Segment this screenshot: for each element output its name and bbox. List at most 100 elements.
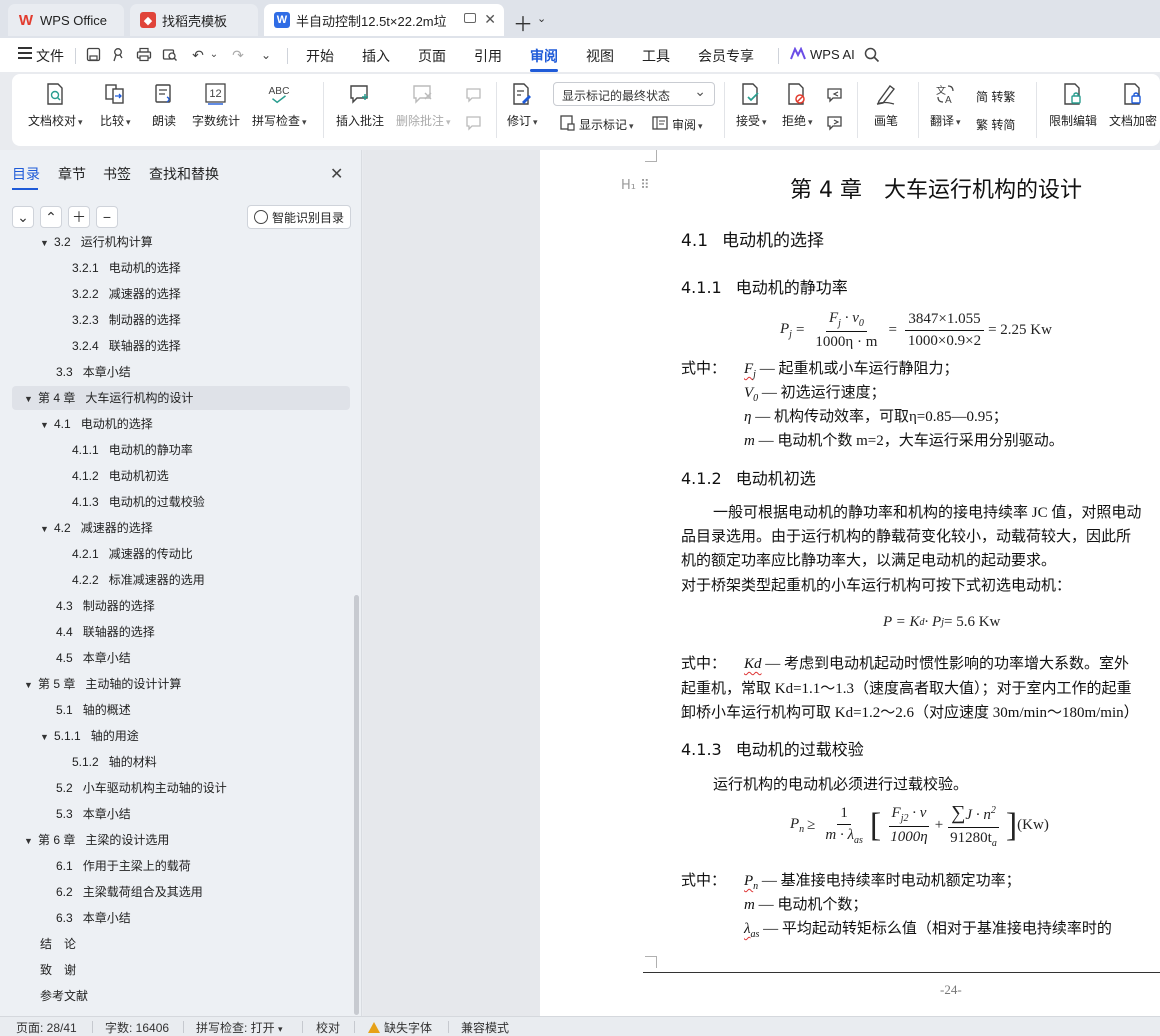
toc-item[interactable]: ▼ 第 6 章主梁的设计选用	[24, 828, 169, 852]
next-change-icon[interactable]	[825, 114, 845, 134]
expand-triangle-icon[interactable]: ▼	[40, 517, 54, 541]
expand-triangle-icon[interactable]: ▼	[40, 413, 54, 437]
add-heading-button[interactable]: ＋	[68, 206, 90, 228]
menu-page[interactable]: 页面	[418, 46, 446, 66]
menu-view[interactable]: 视图	[586, 46, 614, 66]
expand-triangle-icon[interactable]: ▼	[40, 231, 54, 255]
toc-item[interactable]: 5.1.2 轴的材料	[56, 750, 157, 774]
menu-references[interactable]: 引用	[474, 46, 502, 66]
heading-marker-icon[interactable]: H₁ ⠿	[621, 178, 650, 193]
share-icon[interactable]	[110, 47, 126, 63]
toc-item[interactable]: 3.2.2 减速器的选择	[56, 282, 181, 306]
toc-item[interactable]: 结 论	[24, 932, 76, 956]
reject-button[interactable]: 拒绝 ▾	[782, 80, 813, 129]
close-pane-icon[interactable]: ✕	[330, 164, 343, 184]
toc-item[interactable]: 3.2.4 联轴器的选择	[56, 334, 181, 358]
tab-current-document[interactable]: W 半自动控制12.5t×22.2m垃圾 ✕	[264, 4, 504, 36]
previous-change-icon[interactable]	[825, 86, 845, 106]
toc-item[interactable]: 4.1.2 电动机初选	[56, 464, 169, 488]
print-preview-icon[interactable]	[162, 47, 178, 63]
toc-scrollbar[interactable]	[354, 595, 359, 1015]
status-word-count[interactable]: 字数: 16406	[105, 1019, 169, 1036]
toc-item[interactable]: 4.4 联轴器的选择	[40, 620, 155, 644]
toc-item[interactable]: 5.3 本章小结	[40, 802, 131, 826]
expand-triangle-icon[interactable]: ▼	[24, 829, 38, 853]
save-icon[interactable]	[85, 47, 101, 63]
remove-heading-button[interactable]: −	[96, 206, 118, 228]
pen-button[interactable]: 画笔	[873, 80, 899, 129]
more-dropdown-icon[interactable]: ⌄	[258, 47, 274, 63]
chevron-down-icon[interactable]: ⌄	[537, 12, 546, 25]
toc-item[interactable]: 6.1 作用于主梁上的载荷	[40, 854, 191, 878]
menu-file[interactable]: 文件	[36, 46, 64, 66]
print-icon[interactable]	[136, 47, 152, 63]
to-traditional-button[interactable]: 简 转繁	[976, 88, 1015, 105]
hamburger-menu-icon[interactable]	[18, 47, 32, 61]
status-missing-font[interactable]: 缺失字体	[368, 1019, 432, 1036]
toc-item[interactable]: 4.2.2 标准减速器的选用	[56, 568, 205, 592]
markup-state-select[interactable]: 显示标记的最终状态	[553, 82, 715, 106]
toc-item[interactable]: ▼ 第 4 章大车运行机构的设计	[12, 386, 350, 410]
menu-tools[interactable]: 工具	[642, 46, 670, 66]
spell-check-button[interactable]: ABC 拼写检查 ▾	[252, 80, 307, 129]
monitor-icon[interactable]	[464, 13, 476, 23]
menu-review[interactable]: 审阅	[530, 46, 558, 72]
search-icon[interactable]	[864, 47, 880, 63]
track-changes-button[interactable]: 修订 ▾	[507, 80, 538, 129]
read-aloud-button[interactable]: 朗读	[151, 80, 177, 129]
doc-check-button[interactable]: 文档校对 ▾	[28, 80, 83, 129]
menu-insert[interactable]: 插入	[362, 46, 390, 66]
status-proof[interactable]: 校对	[316, 1019, 340, 1036]
toc-item[interactable]: ▼ 第 5 章主动轴的设计计算	[24, 672, 181, 696]
expand-triangle-icon[interactable]: ▼	[24, 387, 38, 411]
toc-item[interactable]: ▼ 4.2 减速器的选择	[40, 516, 153, 540]
toc-item[interactable]: 4.1.3 电动机的过载校验	[56, 490, 205, 514]
toc-item[interactable]: 5.1 轴的概述	[40, 698, 131, 722]
nav-tab-find-replace[interactable]: 查找和替换	[149, 164, 219, 184]
new-tab-icon[interactable]: ＋	[513, 8, 533, 37]
expand-up-button[interactable]: ⌃	[40, 206, 62, 228]
expand-triangle-icon[interactable]: ▼	[24, 673, 38, 697]
review-button[interactable]: 审阅 ▾	[672, 116, 703, 133]
to-simplified-button[interactable]: 繁 转简	[976, 116, 1015, 133]
tab-docer-templates[interactable]: ◆ 找稻壳模板	[130, 4, 258, 36]
toc-item[interactable]: 4.2.1 减速器的传动比	[56, 542, 193, 566]
toc-item[interactable]: ▼ 5.1.1 轴的用途	[40, 724, 139, 748]
restrict-edit-button[interactable]: 限制编辑	[1049, 80, 1097, 129]
toc-item[interactable]: 3.3 本章小结	[40, 360, 131, 384]
toc-item[interactable]: ▼ 4.1 电动机的选择	[40, 412, 153, 436]
toc-item[interactable]: 致 谢	[24, 958, 76, 982]
menu-member[interactable]: 会员专享	[698, 46, 754, 66]
menu-home[interactable]: 开始	[306, 46, 334, 66]
toc-item[interactable]: 3.2.1 电动机的选择	[56, 256, 181, 280]
undo-dropdown-icon[interactable]: ⌄	[206, 47, 222, 63]
menu-wps-ai[interactable]: WPS AI	[810, 47, 855, 62]
undo-icon[interactable]: ↶	[190, 47, 206, 63]
toc-item[interactable]: 3.2.3 制动器的选择	[56, 308, 181, 332]
tab-wps-office[interactable]: W WPS Office	[8, 4, 124, 36]
nav-tab-toc[interactable]: 目录	[12, 164, 40, 190]
nav-tab-bookmarks[interactable]: 书签	[103, 164, 131, 184]
translate-button[interactable]: 文A 翻译 ▾	[930, 80, 961, 129]
toc-item[interactable]: 4.5 本章小结	[40, 646, 131, 670]
status-page[interactable]: 页面: 28/41	[16, 1019, 77, 1036]
collapse-all-button[interactable]: ⌄	[12, 206, 34, 228]
close-tab-icon[interactable]: ✕	[484, 11, 496, 28]
toc-item[interactable]: 6.3 本章小结	[40, 906, 131, 930]
toc-item[interactable]: 参考文献	[24, 984, 88, 1008]
show-markup-button[interactable]: 显示标记 ▾	[579, 116, 634, 133]
toc-item[interactable]: 4.1.1 电动机的静功率	[56, 438, 193, 462]
toc-item[interactable]: ▼ 3.2 运行机构计算	[40, 230, 153, 254]
toc-item[interactable]: 4.3 制动器的选择	[40, 594, 155, 618]
accept-button[interactable]: 接受 ▾	[736, 80, 767, 129]
word-count-button[interactable]: 12 字数统计	[192, 80, 240, 129]
nav-tab-sections[interactable]: 章节	[58, 164, 86, 184]
insert-comment-button[interactable]: 插入批注	[336, 80, 384, 129]
expand-triangle-icon[interactable]: ▼	[40, 725, 54, 749]
status-spell-check[interactable]: 拼写检查: 打开 ▾	[196, 1019, 283, 1036]
toc-item[interactable]: 5.2 小车驱动机构主动轴的设计	[40, 776, 227, 800]
smart-toc-button[interactable]: 智能识别目录	[247, 205, 351, 229]
encrypt-button[interactable]: 文档加密	[1109, 80, 1157, 129]
compare-button[interactable]: 比较 ▾	[100, 80, 131, 129]
toc-item[interactable]: 6.2 主梁载荷组合及其选用	[40, 880, 203, 904]
